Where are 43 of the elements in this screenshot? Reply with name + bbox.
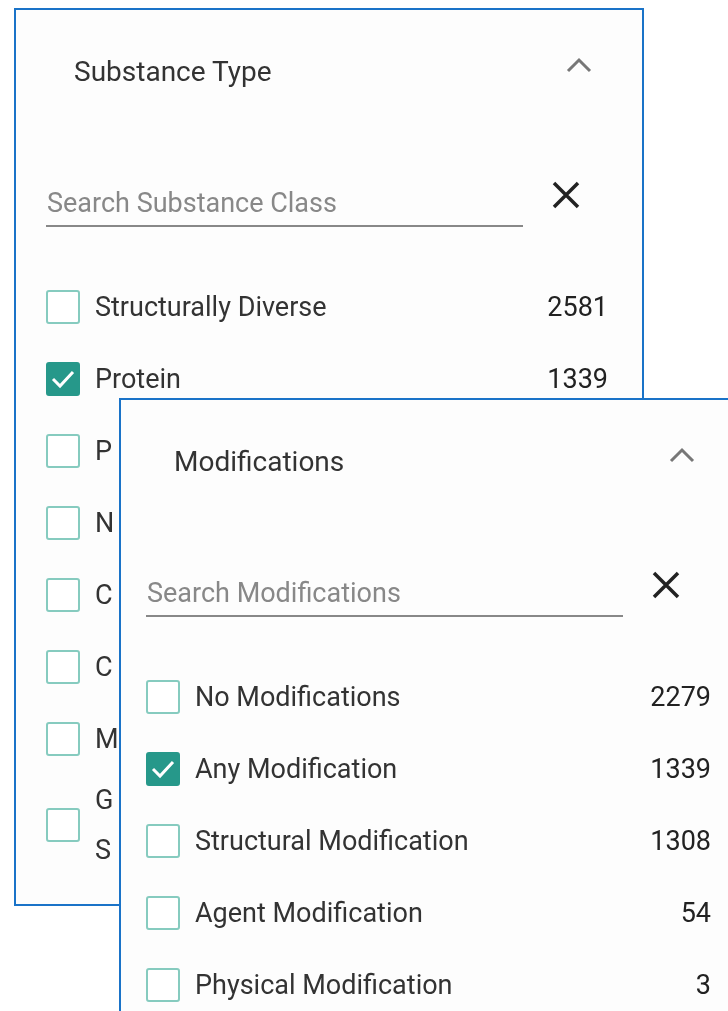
option-label: P <box>95 434 113 469</box>
option-label: C <box>95 578 113 613</box>
checkbox[interactable] <box>46 362 80 396</box>
close-icon[interactable] <box>551 180 581 210</box>
option-count: 3 <box>695 967 711 1003</box>
checkbox[interactable] <box>46 434 80 468</box>
option-count: 54 <box>680 895 711 931</box>
search-field[interactable]: Search Substance Class <box>46 181 523 227</box>
checkbox[interactable] <box>46 722 80 756</box>
checkbox[interactable] <box>146 968 180 1002</box>
option-label: No Modifications <box>195 680 401 715</box>
checkbox[interactable] <box>46 808 80 842</box>
option-count: 1339 <box>650 751 711 787</box>
option-label: Any Modification <box>195 752 398 787</box>
checkbox[interactable] <box>46 650 80 684</box>
option-label: Structural Modification <box>195 824 469 859</box>
check-icon <box>151 759 175 779</box>
checkbox[interactable] <box>146 680 180 714</box>
search-field[interactable]: Search Modifications <box>146 571 623 617</box>
option-label: Physical Modification <box>195 968 453 1003</box>
check-icon <box>51 369 75 389</box>
checkbox[interactable] <box>46 290 80 324</box>
option-count: 1339 <box>547 361 608 397</box>
checkbox[interactable] <box>46 578 80 612</box>
option-count: 1308 <box>650 823 711 859</box>
chevron-up-icon[interactable] <box>566 57 592 73</box>
option-label: Protein <box>95 362 181 397</box>
option-label: M <box>95 722 119 757</box>
option-count: 2581 <box>547 289 608 325</box>
panel-title: Substance Type <box>74 54 272 90</box>
panel-title: Modifications <box>174 444 345 480</box>
option-label: N <box>95 506 115 541</box>
option-count: 2279 <box>650 679 711 715</box>
option-label: G S <box>95 783 115 868</box>
checkbox[interactable] <box>146 752 180 786</box>
chevron-up-icon[interactable] <box>669 447 695 463</box>
option-label: Agent Modification <box>195 896 423 931</box>
checkbox[interactable] <box>146 896 180 930</box>
checkbox[interactable] <box>46 506 80 540</box>
option-label: Structurally Diverse <box>95 290 327 325</box>
close-icon[interactable] <box>651 570 681 600</box>
checkbox[interactable] <box>146 824 180 858</box>
option-label: C <box>95 650 113 685</box>
